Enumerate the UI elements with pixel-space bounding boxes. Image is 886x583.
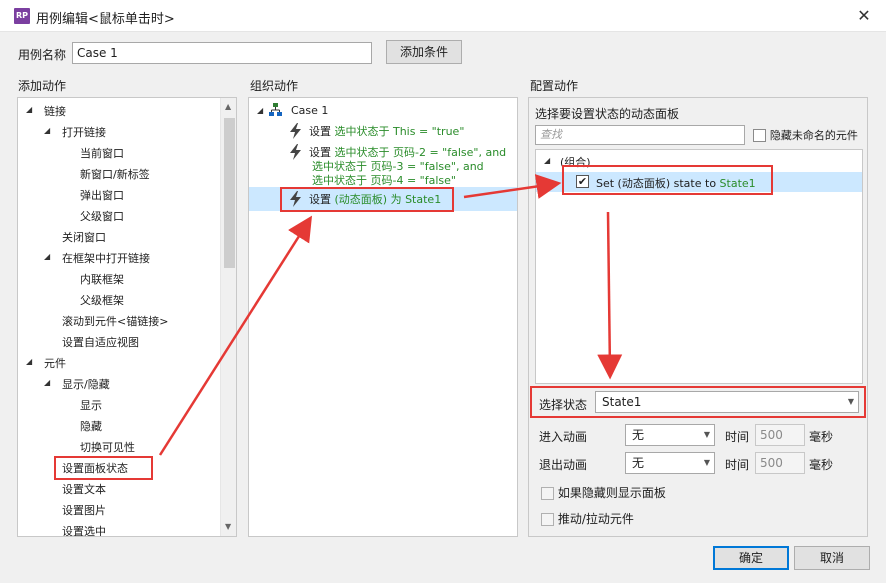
highlight-box [280, 187, 454, 212]
organize-actions-panel: ◢ Case 1 设置 选中状态于 This = "true" 设置 选中状态于… [248, 97, 518, 537]
tree-item-set-adaptive-view[interactable]: 设置自适应视图 [62, 334, 139, 350]
tree-item-open-link[interactable]: 打开链接 [62, 124, 106, 140]
case-name-input[interactable]: Case 1 [72, 42, 372, 64]
tree-item-hide[interactable]: 隐藏 [80, 418, 102, 434]
enter-anim-value: 无 [632, 428, 645, 442]
enter-time-label: 时间 [725, 430, 750, 444]
tree-item-parent-frame[interactable]: 父级框架 [80, 292, 124, 308]
show-if-hidden-checkbox[interactable]: 如果隐藏则显示面板 [541, 484, 666, 501]
tree-item-link[interactable]: 链接 [44, 103, 66, 119]
checkbox-icon[interactable] [541, 487, 554, 500]
checkbox-icon[interactable] [753, 129, 766, 142]
expand-triangle-icon[interactable]: ◢ [26, 357, 32, 366]
tree-item-scroll-to-widget[interactable]: 滚动到元件<锚链接> [62, 313, 168, 329]
expand-triangle-icon[interactable]: ◢ [544, 156, 550, 165]
vertical-scrollbar[interactable]: ▲ ▼ [220, 98, 236, 536]
exit-time-label: 时间 [725, 458, 750, 472]
exit-anim-label: 退出动画 [539, 458, 588, 472]
search-input[interactable]: 查找 [535, 125, 745, 145]
checkbox-icon[interactable] [541, 513, 554, 526]
tree-item-set-selected[interactable]: 设置选中 [62, 523, 106, 536]
action-detail-line2: 选中状态于 页码-3 = "false", and [312, 160, 484, 173]
close-icon[interactable]: ✕ [852, 4, 876, 28]
tree-item-inline-frame[interactable]: 内联框架 [80, 271, 124, 287]
chevron-down-icon: ▼ [703, 430, 710, 439]
exit-ms-label: 毫秒 [809, 458, 834, 472]
tree-item-popup-window[interactable]: 弹出窗口 [80, 187, 124, 203]
hide-unnamed-checkbox[interactable]: 隐藏未命名的元件 [753, 127, 858, 143]
lightning-icon [290, 144, 301, 160]
window-title: 用例编辑<鼠标单击时> [36, 12, 175, 27]
action-prefix: 设置 [309, 146, 331, 159]
panel-select-label: 选择要设置状态的动态面板 [535, 107, 680, 121]
action-detail-line3: 选中状态于 页码-4 = "false" [312, 174, 456, 187]
tree-item-open-in-frame[interactable]: 在框架中打开链接 [62, 250, 150, 266]
add-condition-button[interactable]: 添加条件 [386, 40, 462, 64]
tree-item-new-window[interactable]: 新窗口/新标签 [80, 166, 150, 182]
lightning-icon [290, 123, 301, 139]
highlight-box [530, 386, 866, 418]
enter-anim-select[interactable]: 无 ▼ [625, 424, 715, 446]
tree-item-toggle-visibility[interactable]: 切换可见性 [80, 439, 135, 455]
tree-item-close-window[interactable]: 关闭窗口 [62, 229, 106, 245]
axure-app-icon: RP [14, 8, 30, 24]
configure-actions-panel: 选择要设置状态的动态面板 查找 隐藏未命名的元件 ◢ (组合) ✔ Set (动… [528, 97, 868, 537]
action-set-selected-this[interactable]: 设置 选中状态于 This = "true" [309, 125, 464, 139]
configure-actions-heading: 配置动作 [530, 79, 579, 93]
tree-item-show-hide[interactable]: 显示/隐藏 [62, 376, 110, 392]
show-if-hidden-label: 如果隐藏则显示面板 [557, 486, 666, 500]
expand-triangle-icon[interactable]: ◢ [44, 252, 50, 261]
tree-item-current-window[interactable]: 当前窗口 [80, 145, 124, 161]
enter-ms-label: 毫秒 [809, 430, 834, 444]
action-set-selected-pages[interactable]: 设置 选中状态于 页码-2 = "false", and [309, 146, 506, 160]
expand-triangle-icon[interactable]: ◢ [44, 126, 50, 135]
highlight-box [562, 165, 773, 195]
push-pull-label: 推动/拉动元件 [557, 512, 634, 526]
exit-time-input[interactable]: 500 [755, 452, 805, 474]
case-tree-icon [269, 103, 282, 116]
tree-item-set-text[interactable]: 设置文本 [62, 481, 106, 497]
tree-item-parent-window[interactable]: 父级窗口 [80, 208, 124, 224]
case-name-label: 用例名称 [18, 48, 67, 62]
exit-anim-select[interactable]: 无 ▼ [625, 452, 715, 474]
cancel-button[interactable]: 取消 [794, 546, 870, 570]
enter-anim-label: 进入动画 [539, 430, 588, 444]
tree-item-show[interactable]: 显示 [80, 397, 102, 413]
action-prefix: 设置 [309, 125, 331, 138]
chevron-down-icon: ▼ [703, 458, 710, 467]
tree-item-widgets[interactable]: 元件 [44, 355, 66, 371]
tree-item-set-image[interactable]: 设置图片 [62, 502, 106, 518]
scrollbar-thumb[interactable] [224, 118, 235, 268]
action-detail-line1: 选中状态于 页码-2 = "false", and [334, 146, 507, 159]
scroll-down-icon[interactable]: ▼ [225, 522, 231, 531]
expand-triangle-icon[interactable]: ◢ [44, 378, 50, 387]
scroll-up-icon[interactable]: ▲ [225, 102, 231, 111]
add-actions-heading: 添加动作 [18, 79, 67, 93]
action-detail: 选中状态于 This = "true" [334, 125, 465, 138]
expand-triangle-icon[interactable]: ◢ [257, 106, 263, 115]
exit-anim-value: 无 [632, 456, 645, 470]
enter-time-input[interactable]: 500 [755, 424, 805, 446]
push-pull-checkbox[interactable]: 推动/拉动元件 [541, 510, 634, 527]
ok-button[interactable]: 确定 [713, 546, 789, 570]
organize-actions-heading: 组织动作 [250, 79, 299, 93]
case-label[interactable]: Case 1 [291, 104, 328, 118]
expand-triangle-icon[interactable]: ◢ [26, 105, 32, 114]
hide-unnamed-label: 隐藏未命名的元件 [769, 129, 858, 142]
highlight-box [54, 456, 153, 480]
